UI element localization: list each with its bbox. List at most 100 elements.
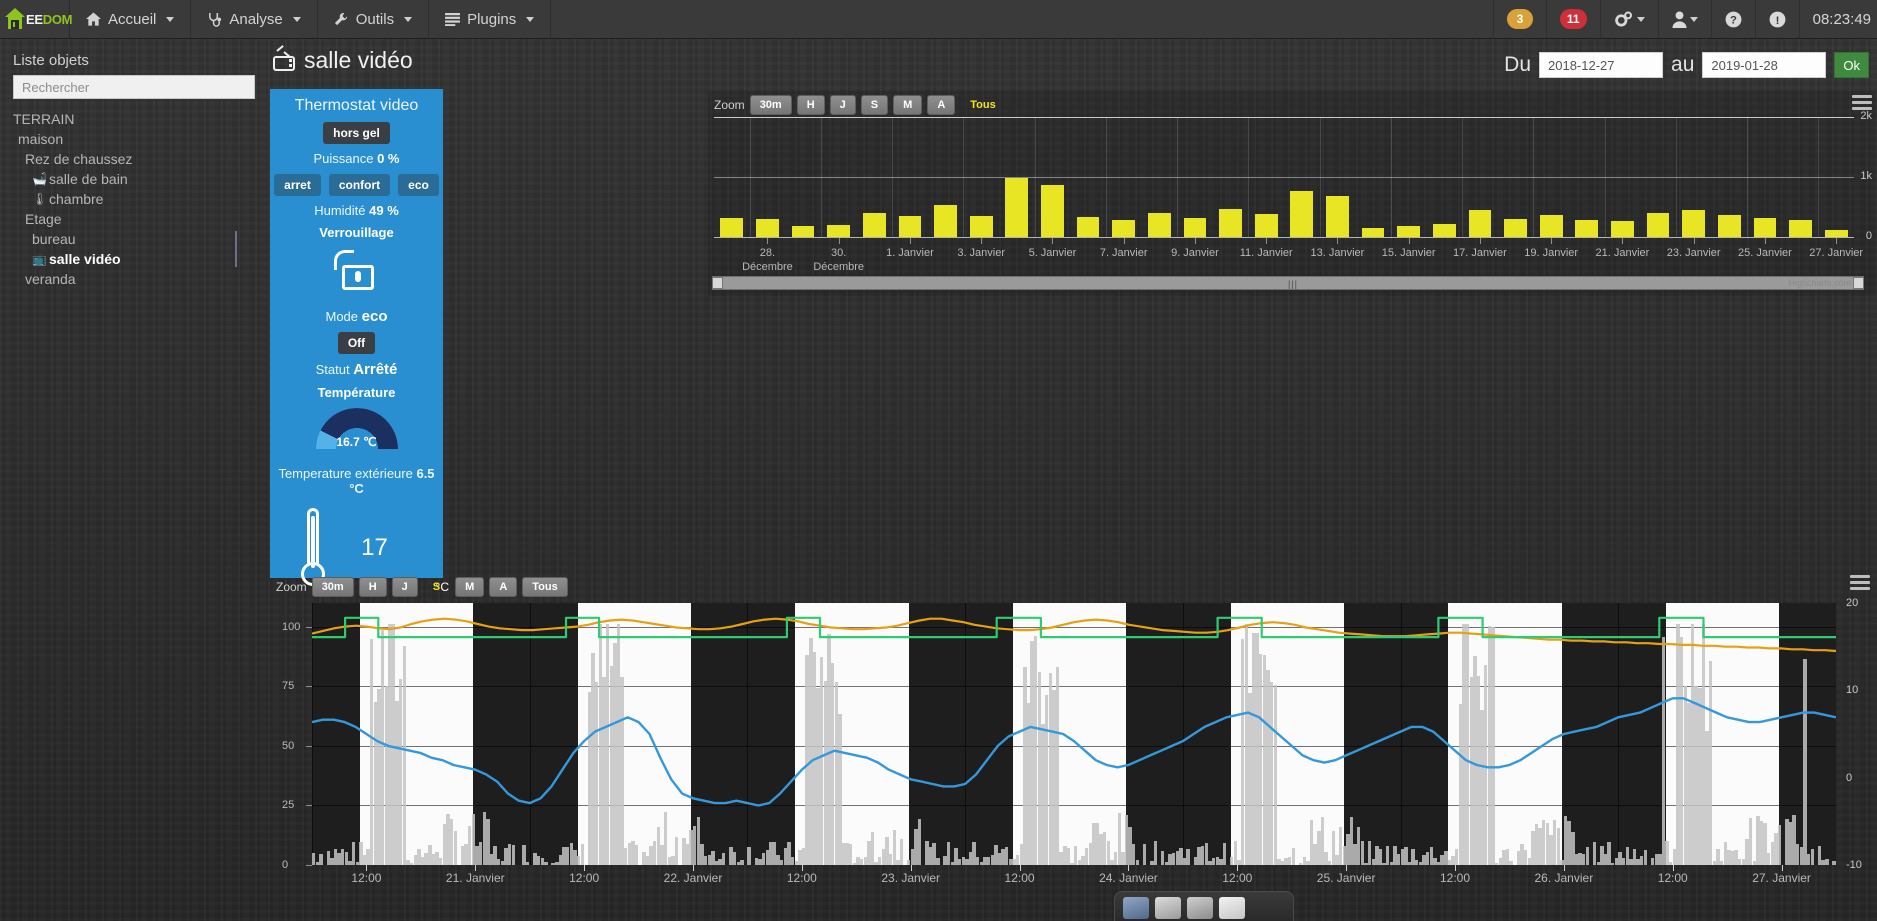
bar[interactable] (791, 226, 815, 237)
bar[interactable] (1219, 209, 1242, 237)
mode-confort-button[interactable]: confort (328, 174, 391, 196)
bar[interactable] (1504, 219, 1527, 237)
mode-eco-button[interactable]: eco (398, 174, 439, 196)
bar[interactable] (1147, 213, 1171, 237)
tree-item-etage[interactable]: Etage (0, 209, 268, 229)
bar[interactable] (720, 217, 744, 237)
stethoscope-icon (209, 12, 222, 27)
navigator-handle-left[interactable] (712, 277, 723, 289)
chart-top-navigator[interactable]: ||| Highcharts.com (712, 276, 1864, 290)
tree-item-salle-video[interactable]: 📺 salle vidéo (0, 249, 268, 269)
bar[interactable] (1611, 221, 1634, 237)
zoom-a-button[interactable]: A (927, 95, 956, 115)
zoom-30m-button[interactable]: 30m (311, 577, 354, 597)
bar[interactable] (1824, 229, 1848, 237)
tree-item-salle-de-bain[interactable]: 🛁 salle de bain (0, 169, 268, 189)
tree-item-terrain[interactable]: TERRAIN (0, 109, 268, 129)
bar[interactable] (1682, 210, 1706, 237)
dock-icon-globe[interactable] (1123, 897, 1149, 919)
bar[interactable] (1290, 191, 1314, 237)
zoom-s-button[interactable]: S (860, 95, 889, 115)
left-axis-tick (306, 865, 312, 866)
nav-accueil[interactable]: Accueil (70, 0, 192, 38)
dock-icon-folder[interactable] (1187, 897, 1213, 919)
bar[interactable] (1717, 214, 1741, 237)
bar[interactable] (1041, 185, 1064, 237)
bar[interactable] (898, 216, 922, 237)
right-axis-tick-label: -10 (1846, 859, 1862, 871)
nav-outils[interactable]: Outils (318, 0, 430, 38)
bar[interactable] (1753, 217, 1777, 237)
zoom-m-button[interactable]: M (893, 95, 923, 115)
navigator-handle-right[interactable] (1853, 277, 1864, 289)
zoom-h-button[interactable]: H (796, 95, 825, 115)
info-button[interactable]: ! (1754, 0, 1799, 38)
tree-item-maison[interactable]: maison (0, 129, 268, 149)
bar[interactable] (934, 204, 957, 237)
bar[interactable] (1076, 216, 1100, 237)
gridline (1462, 117, 1464, 237)
bar[interactable] (1326, 196, 1349, 237)
error-badge-wrap[interactable]: 11 (1545, 0, 1600, 38)
bar[interactable] (1112, 220, 1136, 237)
zoom-30m-button[interactable]: 30m (749, 95, 792, 115)
bar[interactable] (1005, 178, 1029, 237)
tree-item-bureau[interactable]: bureau (0, 229, 268, 249)
bar[interactable] (1646, 213, 1670, 237)
hamburger-menu-icon[interactable] (1852, 95, 1872, 110)
dock-icon-document[interactable] (1219, 897, 1245, 919)
temperature-gauge-value: 16.7 ℃ (336, 435, 377, 449)
search-input[interactable] (13, 75, 255, 99)
bar[interactable] (1539, 215, 1563, 237)
date-from-input[interactable] (1539, 52, 1664, 78)
zoom-tous-button[interactable]: Tous (522, 577, 568, 597)
bar[interactable] (1468, 210, 1492, 237)
zoom-h-button[interactable]: H (358, 577, 387, 597)
user-menu[interactable] (1657, 0, 1711, 38)
hamburger-menu-icon[interactable] (1850, 575, 1870, 590)
dock-icon-files[interactable] (1155, 897, 1181, 919)
bar[interactable] (1789, 219, 1812, 237)
home-icon (86, 12, 101, 26)
nav-plugins[interactable]: Plugins (429, 0, 552, 38)
settings-menu[interactable] (1599, 0, 1658, 38)
bar[interactable] (756, 219, 779, 237)
tree-item-chambre[interactable]: 🌡 chambre (0, 189, 268, 209)
zoom-s-button[interactable]: S (423, 577, 450, 597)
bar[interactable] (1361, 228, 1385, 237)
zoom-m-button[interactable]: M (455, 577, 485, 597)
help-button[interactable]: ? (1710, 0, 1755, 38)
date-ok-button[interactable]: Ok (1834, 52, 1869, 78)
bar[interactable] (827, 225, 851, 237)
mode-arret-button[interactable]: arret (274, 174, 321, 196)
bar[interactable] (1432, 223, 1456, 237)
bar[interactable] (1183, 217, 1207, 237)
x-axis-tick (1693, 238, 1695, 244)
warning-badge: 3 (1506, 9, 1533, 29)
sidebar-resize-handle[interactable] (235, 231, 237, 267)
hors-gel-button[interactable]: hors gel (323, 122, 390, 144)
unlocked-padlock-icon[interactable] (333, 250, 380, 290)
bar[interactable] (969, 216, 993, 237)
bar[interactable] (1575, 220, 1599, 237)
tree-item-rez-de-chaussez[interactable]: Rez de chaussez (0, 149, 268, 169)
x-axis-tick-label: 30. Décembre (813, 247, 865, 273)
bar[interactable] (1254, 214, 1278, 237)
os-dock[interactable] (1114, 891, 1294, 921)
brand-logo[interactable]: EEDOM (0, 0, 72, 38)
onoff-button[interactable]: Off (337, 332, 376, 354)
nav-plugins-label: Plugins (467, 10, 517, 28)
zoom-j-button[interactable]: J (829, 95, 856, 115)
gridline (1248, 117, 1250, 237)
date-to-input[interactable] (1702, 52, 1827, 78)
nav-analyse[interactable]: Analyse (191, 0, 318, 38)
zoom-j-button[interactable]: J (391, 577, 418, 597)
bar[interactable] (862, 213, 886, 237)
bar[interactable] (1397, 226, 1421, 237)
tree-item-veranda[interactable]: veranda (0, 269, 268, 289)
clock: 08:23:49 (1798, 0, 1877, 38)
zoom-a-button[interactable]: A (489, 577, 518, 597)
zoom-tous-button[interactable]: Tous (960, 95, 1005, 115)
status-line: Statut Arrêté (270, 361, 443, 378)
warning-badge-wrap[interactable]: 3 (1492, 0, 1546, 38)
